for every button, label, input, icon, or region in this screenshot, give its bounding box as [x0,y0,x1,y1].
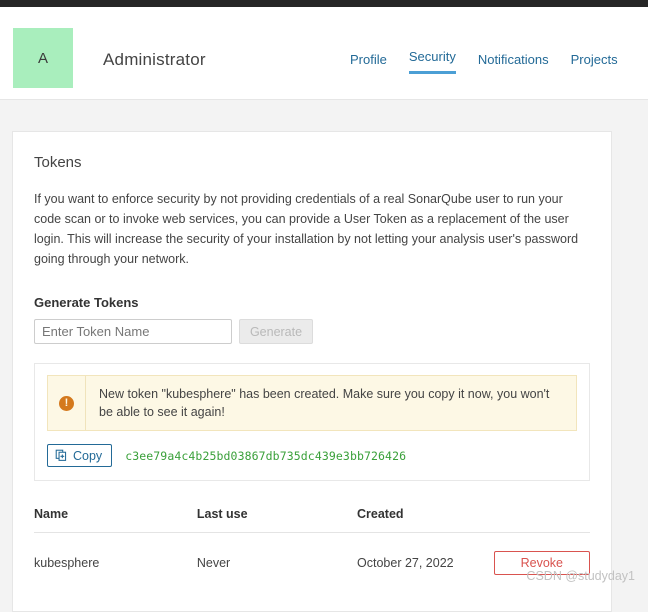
top-dark-bar [0,0,648,7]
generate-button[interactable]: Generate [239,319,313,344]
tab-notifications[interactable]: Notifications [478,52,549,74]
card-title: Tokens [34,154,82,171]
profile-nav: Profile Security Notifications Projects [350,49,618,74]
tab-projects[interactable]: Projects [571,52,618,74]
page-body: Tokens If you want to enforce security b… [0,100,648,612]
column-header-actions [493,503,590,533]
generate-token-form: Generate [34,319,590,344]
tab-profile[interactable]: Profile [350,52,387,74]
avatar: A [13,28,73,88]
cell-actions: Revoke [493,533,590,586]
page-title: Administrator [103,50,206,69]
avatar-initial: A [37,49,48,67]
column-header-name: Name [34,503,197,533]
tokens-card: Tokens If you want to enforce security b… [12,131,612,612]
tokens-table: Name Last use Created kubesphere Never O… [34,503,590,585]
table-header-row: Name Last use Created [34,503,590,533]
column-header-last-use: Last use [196,503,358,533]
copy-icon [55,449,68,462]
generate-tokens-heading: Generate Tokens [34,295,139,310]
copy-button-label: Copy [73,448,103,463]
column-header-created: Created [357,503,494,533]
cell-token-name: kubesphere [34,556,100,570]
tab-security[interactable]: Security [408,49,456,74]
copy-button[interactable]: Copy [47,444,113,467]
new-token-panel: ! New token "kubesphere" has been create… [34,363,590,481]
token-value-row: Copy c3ee79a4c4b25bd03867db735dc439e3bb7… [47,444,577,467]
table-row: kubesphere Never October 27, 2022 Revoke [34,533,590,586]
cell-last-use: Never [196,556,231,570]
warning-circle-icon: ! [59,395,74,411]
tokens-description: If you want to enforce security by not p… [34,192,579,266]
cell-created: October 27, 2022 [357,556,454,570]
token-name-input[interactable] [34,319,232,344]
generated-token-value: c3ee79a4c4b25bd03867db735dc439e3bb726426 [125,448,407,463]
token-created-alert: ! New token "kubesphere" has been create… [47,375,577,431]
alert-icon-cell: ! [48,376,86,430]
revoke-button[interactable]: Revoke [493,551,590,575]
user-header: A Administrator Profile Security Notific… [0,7,648,100]
alert-message: New token "kubesphere" has been created.… [99,387,550,419]
